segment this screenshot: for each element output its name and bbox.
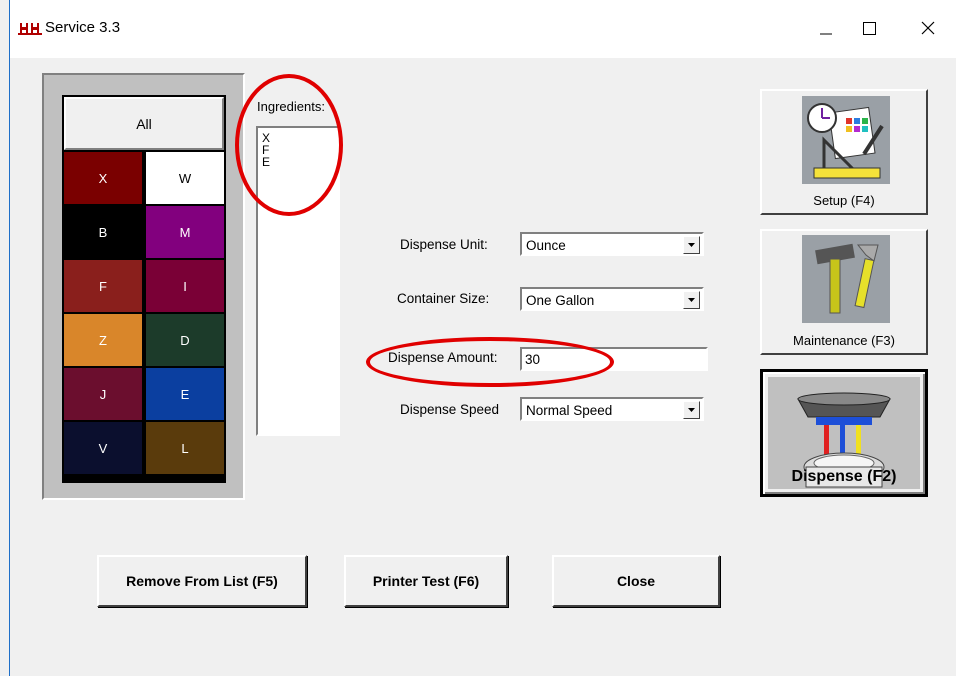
dispense-unit-value: Ounce <box>526 238 566 253</box>
color-swatch-i[interactable]: I <box>146 260 224 312</box>
dropdown-button[interactable] <box>683 236 700 254</box>
ingredients-list[interactable]: X F E <box>256 126 340 436</box>
close-icon <box>921 21 935 35</box>
list-item[interactable]: F <box>258 144 338 156</box>
color-swatch-e[interactable]: E <box>146 368 224 420</box>
dispense-amount-label: Dispense Amount: <box>388 350 498 365</box>
dispense-amount-input[interactable] <box>520 347 708 371</box>
chevron-down-icon <box>688 298 695 302</box>
color-swatch-d[interactable]: D <box>146 314 224 366</box>
color-swatch-m[interactable]: M <box>146 206 224 258</box>
dispense-unit-label: Dispense Unit: <box>400 237 488 252</box>
chevron-down-icon <box>688 408 695 412</box>
window-title: Service 3.3 <box>45 19 121 36</box>
printer-test-button[interactable]: Printer Test (F6) <box>344 555 508 607</box>
remove-from-list-button[interactable]: Remove From List (F5) <box>97 555 307 607</box>
color-swatch-j[interactable]: J <box>64 368 142 420</box>
container-size-label: Container Size: <box>397 291 490 306</box>
app-window: Service 3.3 All XWBMFIZDJEVL Ingredients… <box>9 0 956 676</box>
maintenance-button[interactable]: Maintenance (F3) <box>760 229 928 355</box>
container-size-select[interactable]: One Gallon <box>520 287 704 311</box>
color-swatch-f[interactable]: F <box>64 260 142 312</box>
chevron-down-icon <box>688 243 695 247</box>
app-logo-icon <box>18 23 42 35</box>
dispense-unit-select[interactable]: Ounce <box>520 232 704 256</box>
list-item[interactable]: E <box>258 156 338 168</box>
ingredients-label: Ingredients: <box>257 99 325 114</box>
maximize-button[interactable] <box>847 14 893 44</box>
setup-icon <box>802 96 890 184</box>
title-bar: Service 3.3 <box>10 0 956 58</box>
list-item[interactable]: X <box>258 132 338 144</box>
color-swatch-w[interactable]: W <box>146 152 224 204</box>
all-colors-button[interactable]: All <box>64 97 224 150</box>
color-swatch-l[interactable]: L <box>146 422 224 474</box>
color-swatch-b[interactable]: B <box>64 206 142 258</box>
minimize-button[interactable] <box>803 14 849 44</box>
color-swatch-z[interactable]: Z <box>64 314 142 366</box>
dispense-speed-select[interactable]: Normal Speed <box>520 397 704 421</box>
setup-button-label: Setup (F4) <box>813 193 875 208</box>
dispense-speed-value: Normal Speed <box>526 403 613 418</box>
dispense-button-label: Dispense (F2) <box>791 468 897 485</box>
dropdown-button[interactable] <box>683 401 700 419</box>
dropdown-button[interactable] <box>683 291 700 309</box>
color-grid: All XWBMFIZDJEVL <box>62 95 226 483</box>
tools-icon <box>802 235 890 323</box>
close-button[interactable]: Close <box>552 555 720 607</box>
container-size-value: One Gallon <box>526 293 595 308</box>
color-swatch-v[interactable]: V <box>64 422 142 474</box>
setup-button[interactable]: Setup (F4) <box>760 89 928 215</box>
dispense-speed-label: Dispense Speed <box>400 402 500 417</box>
close-window-button[interactable] <box>905 14 951 44</box>
maintenance-button-label: Maintenance (F3) <box>793 333 895 348</box>
color-selector-panel: All XWBMFIZDJEVL <box>42 73 245 500</box>
minimize-icon <box>820 33 832 35</box>
dispense-button[interactable]: Dispense (F2) <box>760 369 928 497</box>
maximize-icon <box>863 22 876 35</box>
color-swatch-x[interactable]: X <box>64 152 142 204</box>
